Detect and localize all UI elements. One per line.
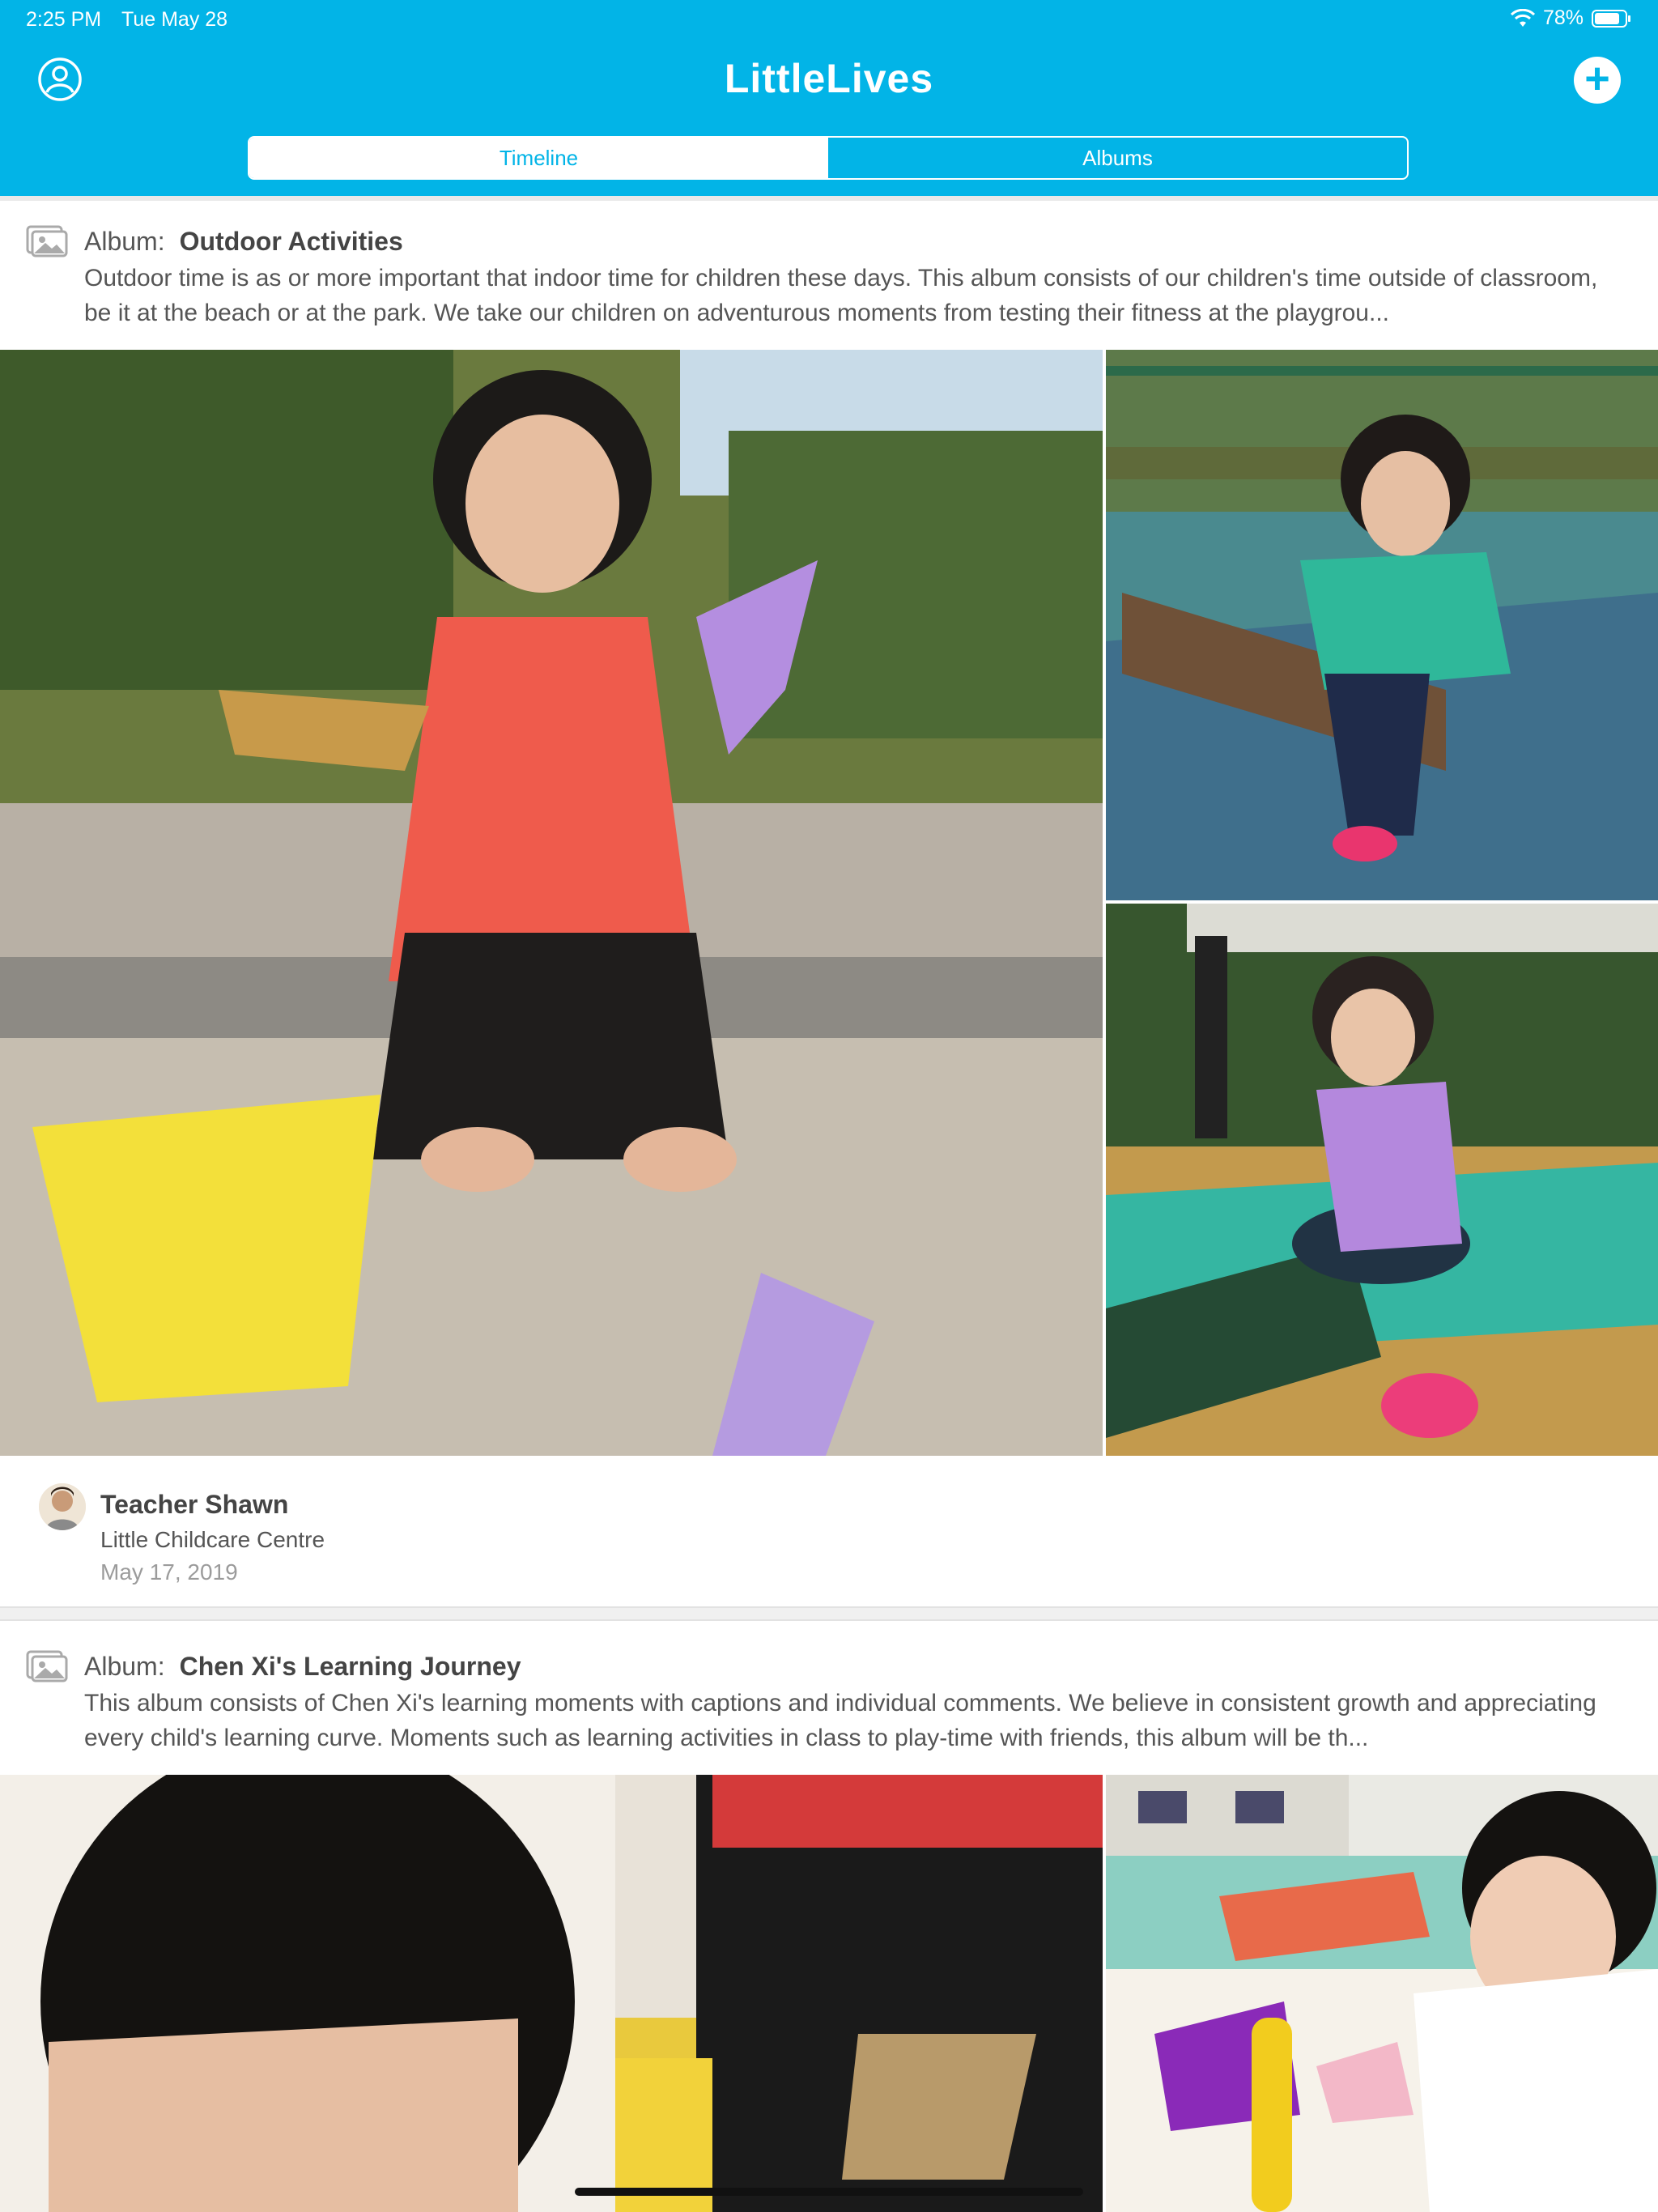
album-photo-3[interactable] (1106, 904, 1658, 1456)
author-name[interactable]: Teacher Shawn (100, 1490, 288, 1520)
tab-albums[interactable]: Albums (828, 138, 1407, 178)
album-name: Chen Xi's Learning Journey (179, 1652, 521, 1681)
app-title: LittleLives (724, 56, 934, 101)
post-date: May 17, 2019 (100, 1559, 238, 1585)
photo-girl-sandbox (0, 350, 1103, 1456)
album-photo-main[interactable] (0, 1775, 1103, 2212)
album-description: This album consists of Chen Xi's learnin… (84, 1690, 1596, 1751)
author-avatar[interactable] (39, 1483, 86, 1530)
battery-percent: 78% (1542, 6, 1584, 29)
photo-girl-crafts (1106, 1775, 1658, 2212)
tab-timeline[interactable]: Timeline (249, 138, 828, 178)
album-photo-2[interactable] (1106, 1775, 1658, 2212)
app-header: 2:25 PM Tue May 28 78% LittleLives + Tim… (0, 0, 1658, 196)
album-title-line: Album: Chen Xi's Learning Journey (84, 1652, 521, 1682)
battery-icon (1592, 9, 1630, 28)
author-school: Little Childcare Centre (100, 1527, 325, 1552)
photo-girl-playground-bench (1106, 350, 1658, 900)
album-icon (26, 225, 68, 257)
view-segmented-control: Timeline Albums (248, 136, 1409, 180)
album-description: Outdoor time is as or more important tha… (84, 265, 1598, 326)
status-date: Tue May 28 (121, 8, 228, 31)
album-photo-main[interactable] (0, 350, 1103, 1456)
card-divider (0, 1606, 1658, 1621)
wifi-icon (1510, 8, 1535, 27)
status-right: 78% (1510, 6, 1632, 30)
avatar-image (39, 1483, 86, 1530)
photo-girl-spinner (1106, 904, 1658, 1456)
home-indicator[interactable] (575, 2188, 1083, 2196)
plus-icon: + (1584, 54, 1610, 103)
add-button[interactable]: + (1574, 57, 1621, 104)
album-prefix: Album: (84, 1652, 165, 1681)
status-time: 2:25 PM (26, 8, 102, 31)
photo-girl-classroom (0, 1775, 1103, 2212)
album-icon (26, 1650, 68, 1682)
album-photo-2[interactable] (1106, 350, 1658, 900)
album-prefix: Album: (84, 227, 165, 256)
album-name: Outdoor Activities (179, 227, 403, 256)
header-divider (0, 196, 1658, 201)
album-title-line: Album: Outdoor Activities (84, 227, 403, 257)
status-bar: 2:25 PM Tue May 28 78% (0, 0, 1658, 39)
